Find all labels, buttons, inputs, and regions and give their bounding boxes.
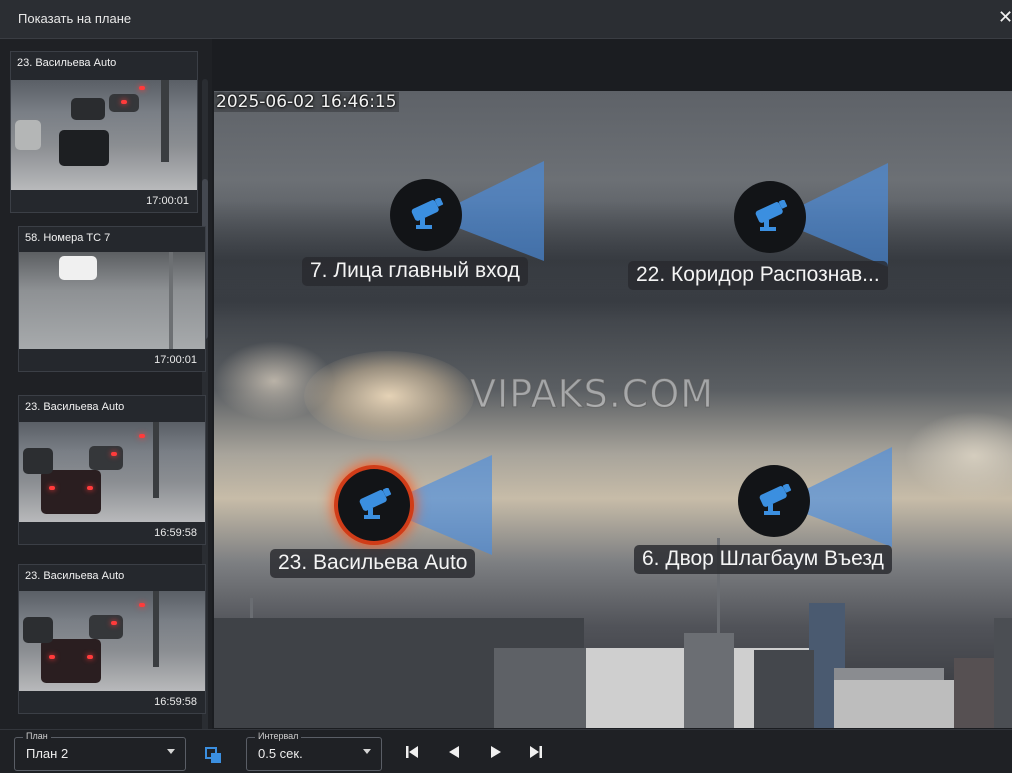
camera-icon xyxy=(755,200,788,231)
camera-icon xyxy=(359,488,392,519)
plan-timestamp: 2025-06-02 16:46:15 xyxy=(214,92,399,112)
snapshot-sidebar: 23. Васильева Auto 17:00:01 58. Номера Т… xyxy=(0,39,212,759)
city-skyline xyxy=(214,538,1012,728)
camera-marker-circle[interactable] xyxy=(390,179,462,251)
chevron-down-icon[interactable] xyxy=(363,749,371,754)
prev-icon[interactable] xyxy=(446,744,462,760)
plan-select[interactable]: План План 2 xyxy=(14,731,186,771)
watermark: VIPAKS.COM xyxy=(469,372,715,417)
snapshot-card[interactable]: 23. Васильева Auto 17:00:01 xyxy=(10,51,198,213)
camera-icon xyxy=(759,484,792,515)
step-back-icon[interactable] xyxy=(404,744,420,760)
play-icon[interactable] xyxy=(488,744,504,760)
snapshot-card[interactable]: 23. Васильева Auto 16:59:58 xyxy=(18,564,206,714)
snapshot-time: 16:59:58 xyxy=(154,696,197,708)
snapshot-thumbnail xyxy=(19,252,205,349)
snapshot-camera-label: 58. Номера ТС 7 xyxy=(25,232,111,244)
plan-header-strip xyxy=(214,39,1012,91)
snapshot-camera-label: 23. Васильева Auto xyxy=(25,570,125,582)
snapshot-thumbnail xyxy=(11,80,197,190)
snapshot-time: 17:00:01 xyxy=(154,354,197,366)
interval-select-value: 0.5 сек. xyxy=(258,746,303,761)
snapshot-time: 17:00:01 xyxy=(146,195,189,207)
window-title: Показать на плане xyxy=(18,11,132,26)
step-forward-icon[interactable] xyxy=(528,744,544,760)
snapshot-thumbnail xyxy=(19,422,205,522)
camera-label: 23. Васильева Auto xyxy=(270,549,476,578)
camera-marker-circle[interactable] xyxy=(338,469,410,541)
snapshot-time: 16:59:58 xyxy=(154,527,197,539)
plan-select-value: План 2 xyxy=(26,746,69,761)
interval-select-caption: Интервал xyxy=(255,731,302,741)
snapshot-camera-label: 23. Васильева Auto xyxy=(17,57,117,69)
plan-select-caption: План xyxy=(23,731,51,741)
snapshot-thumbnail xyxy=(19,591,205,691)
copy-icon[interactable] xyxy=(205,747,223,765)
interval-select[interactable]: Интервал 0.5 сек. xyxy=(246,731,382,771)
camera-icon xyxy=(411,198,444,229)
chevron-down-icon[interactable] xyxy=(167,749,175,754)
snapshot-card[interactable]: 58. Номера ТС 7 17:00:01 xyxy=(18,226,206,372)
snapshot-camera-label: 23. Васильева Auto xyxy=(25,401,125,413)
close-icon[interactable]: ✕ xyxy=(998,7,1012,28)
camera-marker-circle[interactable] xyxy=(738,465,810,537)
camera-label: 22. Коридор Распознав... xyxy=(628,261,888,290)
camera-label: 6. Двор Шлагбаум Въезд xyxy=(634,545,892,574)
snapshot-card[interactable]: 23. Васильева Auto 16:59:58 xyxy=(18,395,206,545)
title-bar: Показать на плане ✕ xyxy=(0,0,1012,39)
camera-label: 7. Лица главный вход xyxy=(302,257,528,286)
camera-marker-circle[interactable] xyxy=(734,181,806,253)
